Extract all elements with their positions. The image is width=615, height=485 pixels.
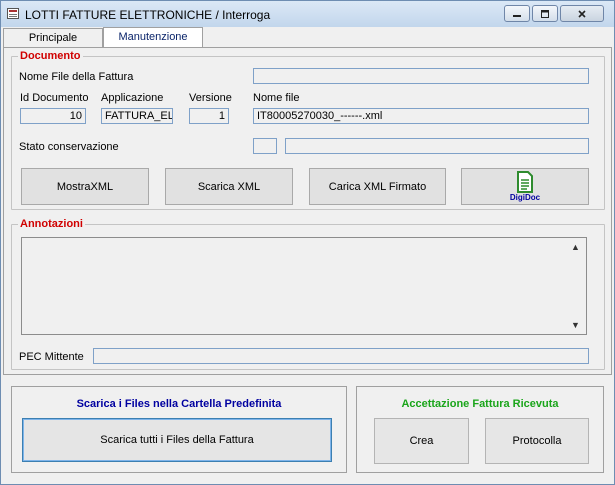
scroll-down-icon[interactable]: ▼ — [571, 320, 607, 330]
nome-file-fattura-label: Nome File della Fattura — [19, 71, 134, 83]
scroll-up-icon[interactable]: ▲ — [571, 242, 607, 252]
documento-group-title: Documento — [20, 50, 81, 62]
pec-mittente-label: PEC Mittente — [19, 351, 84, 363]
applicazione-field[interactable]: FATTURA_EL — [101, 108, 173, 124]
close-button[interactable] — [560, 5, 604, 22]
nome-file-field[interactable]: IT80005270030_------.xml — [253, 108, 589, 124]
versione-label: Versione — [189, 92, 232, 104]
window-title: LOTTI FATTURE ELETTRONICHE / Interroga — [25, 8, 271, 22]
tab-manutenzione[interactable]: Manutenzione — [103, 27, 203, 47]
nome-file-label: Nome file — [253, 92, 300, 104]
minimize-button[interactable] — [504, 5, 530, 22]
applicazione-label: Applicazione — [101, 92, 164, 104]
window-controls — [504, 5, 604, 22]
stato-conservazione-label: Stato conservazione — [19, 141, 119, 153]
close-icon — [578, 9, 586, 18]
maximize-button[interactable] — [532, 5, 558, 22]
versione-field[interactable]: 1 — [189, 108, 229, 124]
maximize-icon — [541, 9, 549, 18]
scarica-tutti-files-button[interactable]: Scarica tutti i Files della Fattura — [22, 418, 332, 462]
annotazioni-group-title: Annotazioni — [20, 218, 83, 230]
main-window: LOTTI FATTURE ELETTRONICHE / Interroga P… — [0, 0, 615, 485]
nome-file-fattura-field[interactable] — [253, 68, 589, 84]
mostra-xml-button[interactable]: MostraXML — [21, 168, 149, 205]
crea-button[interactable]: Crea — [374, 418, 469, 464]
title-bar[interactable]: LOTTI FATTURE ELETTRONICHE / Interroga — [1, 1, 614, 27]
stato-conservazione-desc-field[interactable] — [285, 138, 589, 154]
tab-principale[interactable]: Principale — [3, 28, 103, 47]
scarica-panel-title: Scarica i Files nella Cartella Predefini… — [76, 398, 282, 410]
tab-page-manutenzione: Documento Nome File della Fattura Id Doc… — [3, 47, 612, 375]
carica-xml-firmato-button[interactable]: Carica XML Firmato — [309, 168, 446, 205]
digidoc-label: DigiDoc — [509, 193, 541, 202]
annotazioni-textarea[interactable] — [21, 237, 587, 335]
accettazione-panel: Accettazione Fattura Ricevuta Crea Proto… — [356, 386, 604, 473]
protocolla-button[interactable]: Protocolla — [485, 418, 589, 464]
scarica-xml-button[interactable]: Scarica XML — [165, 168, 293, 205]
stato-conservazione-code-field[interactable] — [253, 138, 277, 154]
id-documento-label: Id Documento — [20, 92, 89, 104]
minimize-icon — [513, 14, 521, 17]
document-icon — [517, 171, 533, 193]
scarica-panel: Scarica i Files nella Cartella Predefini… — [11, 386, 347, 473]
id-documento-field[interactable]: 10 — [20, 108, 86, 124]
accettazione-panel-title: Accettazione Fattura Ricevuta — [401, 398, 559, 410]
digidoc-button[interactable]: DigiDoc — [461, 168, 589, 205]
app-icon — [7, 8, 19, 19]
pec-mittente-field[interactable] — [93, 348, 589, 364]
